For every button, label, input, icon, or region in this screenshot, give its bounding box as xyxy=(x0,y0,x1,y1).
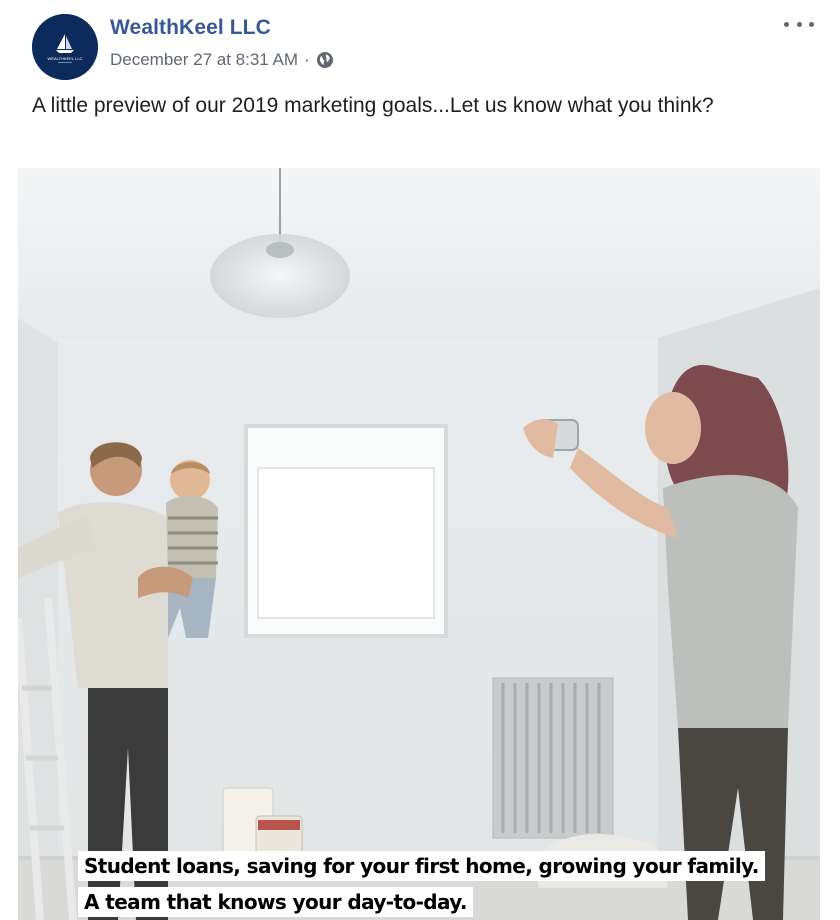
video-frame-illustration xyxy=(18,168,820,920)
avatar-text: WEALTHKEEL LLC xyxy=(48,56,83,61)
video-subtitle-line-2: A team that knows your day-to-day. xyxy=(78,887,473,917)
post-caption: A little preview of our 2019 marketing g… xyxy=(32,94,714,117)
post-timestamp[interactable]: December 27 at 8:31 AM xyxy=(110,50,298,70)
globe-icon[interactable] xyxy=(316,51,334,69)
meta-separator: · xyxy=(304,50,310,69)
post-meta: December 27 at 8:31 AM · xyxy=(110,50,334,70)
facebook-post: WEALTHKEEL LLC WealthKeel LLC December 2… xyxy=(0,0,840,920)
video-subtitle-line-1: Student loans, saving for your first hom… xyxy=(78,851,765,881)
sailboat-logo-icon: WEALTHKEEL LLC xyxy=(32,14,98,80)
dot-2 xyxy=(796,21,802,27)
more-options-icon[interactable] xyxy=(784,14,814,34)
page-name-link[interactable]: WealthKeel LLC xyxy=(110,16,271,40)
dot-3 xyxy=(809,21,814,27)
video-player[interactable]: Student loans, saving for your first hom… xyxy=(18,168,820,920)
dot-1 xyxy=(784,21,789,27)
page-avatar[interactable]: WEALTHKEEL LLC xyxy=(32,14,98,80)
